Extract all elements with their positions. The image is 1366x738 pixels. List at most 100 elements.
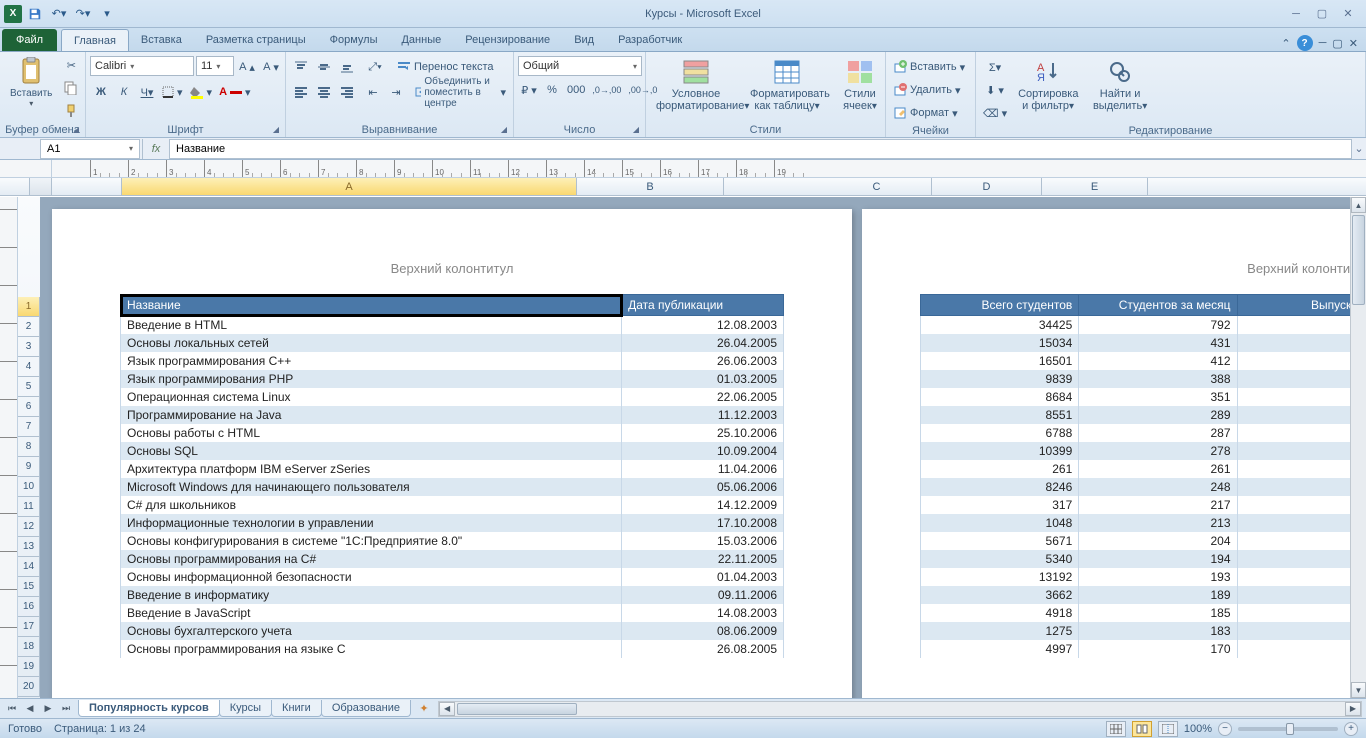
align-middle-button[interactable] [313, 56, 335, 78]
cell[interactable]: 5671 [921, 532, 1079, 550]
formula-input[interactable]: Название [170, 139, 1352, 159]
cell[interactable]: 193 [1079, 568, 1237, 586]
doc-close-icon[interactable]: ✕ [1349, 37, 1358, 50]
row-header-16[interactable]: 16 [18, 597, 40, 617]
row-header-5[interactable]: 5 [18, 377, 40, 397]
new-sheet-button[interactable]: ✦ [414, 702, 434, 715]
cell[interactable]: 3850 [1237, 568, 1366, 586]
row-header-4[interactable]: 4 [18, 357, 40, 377]
cell[interactable]: 14.08.2003 [622, 604, 784, 622]
cell[interactable]: Введение в JavaScript [121, 604, 622, 622]
cell[interactable]: 11.12.2003 [622, 406, 784, 424]
row-header-11[interactable]: 11 [18, 497, 40, 517]
sheet-tab-1[interactable]: Курсы [219, 700, 272, 717]
format-cells-button[interactable]: Формат▾ [890, 102, 976, 124]
font-size-combo[interactable]: 11▾ [196, 56, 234, 76]
scroll-left-button[interactable]: ◀ [439, 702, 455, 716]
tab-вставка[interactable]: Вставка [129, 29, 194, 51]
row-header-13[interactable]: 13 [18, 537, 40, 557]
zoom-in-button[interactable]: + [1344, 722, 1358, 736]
cell[interactable]: Основы бухгалтерского учета [121, 622, 622, 640]
tab-формулы[interactable]: Формулы [318, 29, 390, 51]
cell[interactable]: 01.03.2005 [622, 370, 784, 388]
file-tab[interactable]: Файл [2, 29, 57, 51]
cell[interactable]: 513 [1237, 442, 1366, 460]
cell[interactable]: 659 [1237, 640, 1366, 658]
undo-icon[interactable]: ↶▾ [48, 4, 70, 24]
cell[interactable]: 431 [1079, 334, 1237, 352]
col-header-date[interactable]: Дата публикации [622, 295, 784, 316]
cell[interactable]: 11.04.2006 [622, 460, 784, 478]
cell[interactable]: Язык программирования C++ [121, 352, 622, 370]
cell[interactable]: 185 [1079, 604, 1237, 622]
number-launcher[interactable]: ◢ [633, 125, 639, 134]
sheet-nav-prev[interactable]: ◀ [22, 701, 38, 717]
cell[interactable]: 9839 [921, 370, 1079, 388]
cell[interactable]: 15.03.2006 [622, 532, 784, 550]
cell[interactable]: Основы SQL [121, 442, 622, 460]
col-header-total[interactable]: Всего студентов [921, 295, 1079, 316]
row-header-12[interactable]: 12 [18, 517, 40, 537]
cell[interactable]: 09.11.2006 [622, 586, 784, 604]
cell[interactable]: 189 [1079, 586, 1237, 604]
horizontal-scrollbar[interactable]: ◀ ▶ [438, 701, 1362, 717]
scroll-right-button[interactable]: ▶ [1345, 702, 1361, 716]
cell[interactable]: 217 [1079, 496, 1237, 514]
doc-restore-icon[interactable]: ▢ [1332, 37, 1342, 50]
cell[interactable]: 183 [1079, 622, 1237, 640]
increase-font-button[interactable]: A▴ [236, 56, 258, 78]
cell[interactable]: Основы работы с HTML [121, 424, 622, 442]
cell[interactable]: 30 [1237, 460, 1366, 478]
cell[interactable]: 8246 [921, 478, 1079, 496]
cell[interactable]: 26.08.2005 [622, 640, 784, 658]
scroll-down-button[interactable]: ▼ [1351, 682, 1366, 698]
column-header-C[interactable]: C [822, 178, 932, 195]
cell[interactable]: Основы программирования на C# [121, 550, 622, 568]
cell[interactable]: 1437 [1237, 532, 1366, 550]
cell[interactable]: 652 [1237, 586, 1366, 604]
cell[interactable]: 15034 [921, 334, 1079, 352]
cell[interactable]: 01.04.2003 [622, 568, 784, 586]
header-placeholder[interactable]: Верхний колонтитул [120, 261, 784, 276]
cell[interactable]: 05.06.2006 [622, 478, 784, 496]
decrease-font-button[interactable]: A▾ [260, 56, 282, 78]
cell[interactable]: 17.10.2008 [622, 514, 784, 532]
cell[interactable]: 859 [1237, 406, 1366, 424]
cell[interactable]: 445 [1237, 514, 1366, 532]
cell[interactable]: 1687 [1237, 604, 1366, 622]
header-placeholder-2[interactable]: Верхний колонтитул [920, 261, 1366, 276]
row-header-10[interactable]: 10 [18, 477, 40, 497]
cell[interactable]: 261 [921, 460, 1079, 478]
page-layout-view-button[interactable] [1132, 721, 1152, 737]
vertical-scrollbar[interactable]: ▲ ▼ [1350, 197, 1366, 698]
align-left-button[interactable] [290, 81, 312, 103]
help-icon[interactable]: ? [1297, 35, 1313, 51]
cell[interactable]: 5953 [1237, 478, 1366, 496]
orientation-button[interactable]: ⤢▾ [364, 56, 386, 78]
align-bottom-button[interactable] [336, 56, 358, 78]
column-header-B[interactable]: B [577, 178, 724, 195]
tab-данные[interactable]: Данные [389, 29, 453, 51]
cell[interactable]: Основы локальных сетей [121, 334, 622, 352]
tab-разработчик[interactable]: Разработчик [606, 29, 694, 51]
cell[interactable]: Операционная система Linux [121, 388, 622, 406]
align-center-button[interactable] [313, 81, 335, 103]
cell[interactable]: Основы программирования на языке C [121, 640, 622, 658]
row-header-17[interactable]: 17 [18, 617, 40, 637]
cell[interactable]: 287 [1079, 424, 1237, 442]
percent-format-button[interactable]: % [541, 79, 563, 101]
sheet-nav-last[interactable]: ⏭ [58, 701, 74, 717]
cell[interactable]: Основы конфигурирования в системе "1С:Пр… [121, 532, 622, 550]
cell[interactable]: 1216 [1237, 370, 1366, 388]
row-header-2[interactable]: 2 [18, 317, 40, 337]
delete-cells-button[interactable]: Удалить▾ [890, 79, 976, 101]
cell[interactable]: 266 [1237, 550, 1366, 568]
cell[interactable]: 26.04.2005 [622, 334, 784, 352]
sheet-tab-0[interactable]: Популярность курсов [78, 700, 220, 717]
fill-button[interactable]: ⬇▾ [980, 79, 1010, 101]
hscroll-thumb[interactable] [457, 703, 577, 715]
cell-styles-button[interactable]: Стили ячеек▾ [832, 54, 888, 114]
insert-function-button[interactable]: fx [142, 139, 170, 159]
cut-button[interactable]: ✂ [60, 54, 82, 76]
find-select-button[interactable]: Найти и выделить▾ [1086, 54, 1154, 114]
